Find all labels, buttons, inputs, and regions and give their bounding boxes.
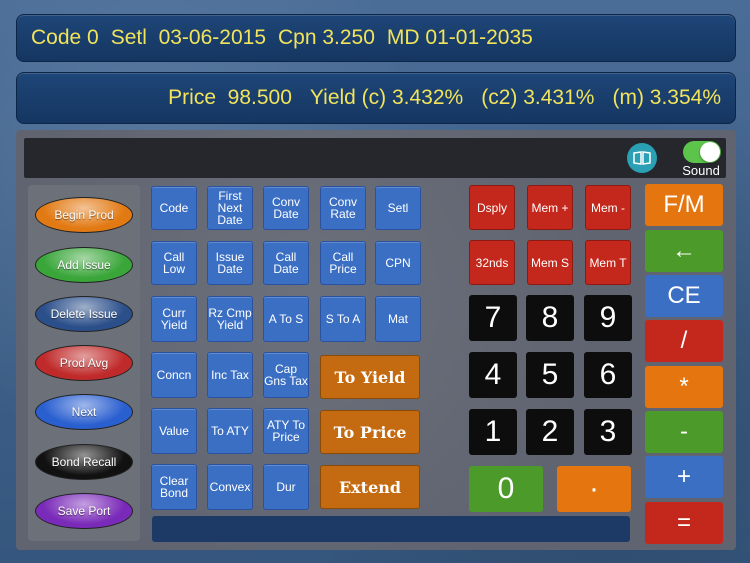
- fm-key[interactable]: F/M: [645, 184, 723, 226]
- begin-prod-button[interactable]: Begin Prod: [35, 197, 133, 233]
- mem-minus-key[interactable]: Mem -: [585, 185, 631, 230]
- sound-label: Sound: [682, 163, 720, 178]
- digit-6-key[interactable]: 6: [584, 352, 632, 398]
- md-readout: MD 01-01-2035: [386, 26, 533, 49]
- to-price-button[interactable]: To Price: [320, 410, 420, 454]
- mem-t-key[interactable]: Mem T: [585, 240, 631, 285]
- to-yield-button[interactable]: To Yield: [320, 355, 420, 399]
- bond-recall-button[interactable]: Bond Recall: [35, 444, 133, 480]
- dsply-key[interactable]: Dsply: [469, 185, 515, 230]
- display-toolbar: [24, 138, 726, 178]
- value-key[interactable]: Value: [151, 408, 197, 454]
- digit-5-key[interactable]: 5: [526, 352, 574, 398]
- yield-c2-readout: (c2) 3.431%: [481, 86, 595, 109]
- book-icon: [633, 151, 651, 165]
- add-key[interactable]: +: [645, 456, 723, 498]
- digit-1-key[interactable]: 1: [469, 409, 517, 455]
- extend-button[interactable]: Extend: [320, 465, 420, 509]
- multiply-key[interactable]: *: [645, 366, 723, 408]
- first-next-date-key[interactable]: First Next Date: [207, 186, 253, 230]
- 32nds-key[interactable]: 32nds: [469, 240, 515, 285]
- bond-summary-bar: Code 0 Setl 03-06-2015 Cpn 3.250 MD 01-0…: [16, 14, 736, 62]
- a-to-s-key[interactable]: A To S: [263, 296, 309, 342]
- backspace-key[interactable]: ←: [645, 230, 723, 272]
- convex-key[interactable]: Convex: [207, 464, 253, 510]
- call-date-key[interactable]: Call Date: [263, 241, 309, 285]
- dur-key[interactable]: Dur: [263, 464, 309, 510]
- digit-0-key[interactable]: 0: [469, 466, 543, 512]
- sound-toggle[interactable]: [683, 141, 721, 163]
- call-price-key[interactable]: Call Price: [320, 241, 366, 285]
- conv-date-key[interactable]: Conv Date: [263, 186, 309, 230]
- issue-date-key[interactable]: Issue Date: [207, 241, 253, 285]
- status-bar: [152, 516, 630, 542]
- digit-8-key[interactable]: 8: [526, 295, 574, 341]
- clear-bond-key[interactable]: Clear Bond: [151, 464, 197, 510]
- rz-cmp-yield-key[interactable]: Rz Cmp Yield: [207, 296, 253, 342]
- code-readout: Code 0: [31, 26, 99, 49]
- delete-issue-button[interactable]: Delete Issue: [35, 296, 133, 332]
- price-yield-bar: Price 98.500 Yield (c) 3.432% (c2) 3.431…: [16, 72, 736, 124]
- yield-m-readout: (m) 3.354%: [612, 86, 721, 109]
- toggle-knob: [700, 142, 720, 162]
- cpn-key[interactable]: CPN: [375, 241, 421, 285]
- call-low-key[interactable]: Call Low: [151, 241, 197, 285]
- setl-readout: Setl 03-06-2015: [110, 26, 266, 49]
- curr-yield-key[interactable]: Curr Yield: [151, 296, 197, 342]
- clear-entry-key[interactable]: CE: [645, 275, 723, 317]
- subtract-key[interactable]: -: [645, 411, 723, 453]
- mem-s-key[interactable]: Mem S: [527, 240, 573, 285]
- divide-key[interactable]: /: [645, 320, 723, 362]
- add-issue-button[interactable]: Add Issue: [35, 247, 133, 283]
- book-icon[interactable]: [627, 143, 657, 173]
- mem-plus-key[interactable]: Mem +: [527, 185, 573, 230]
- price-readout: Price 98.500: [168, 86, 292, 109]
- prod-avg-button[interactable]: Prod Avg: [35, 345, 133, 381]
- decimal-key[interactable]: ·: [557, 466, 631, 512]
- next-button[interactable]: Next: [35, 394, 133, 430]
- digit-2-key[interactable]: 2: [526, 409, 574, 455]
- concn-key[interactable]: Concn: [151, 352, 197, 398]
- to-aty-key[interactable]: To ATY: [207, 408, 253, 454]
- cpn-readout: Cpn 3.250: [278, 26, 375, 49]
- equals-key[interactable]: =: [645, 502, 723, 544]
- mat-key[interactable]: Mat: [375, 296, 421, 342]
- yield-c-readout: Yield (c) 3.432%: [309, 86, 464, 109]
- inc-tax-key[interactable]: Inc Tax: [207, 352, 253, 398]
- code-key[interactable]: Code: [151, 186, 197, 230]
- digit-4-key[interactable]: 4: [469, 352, 517, 398]
- save-port-button[interactable]: Save Port: [35, 493, 133, 529]
- cap-gns-tax-key[interactable]: Cap Gns Tax: [263, 352, 309, 398]
- digit-9-key[interactable]: 9: [584, 295, 632, 341]
- digit-3-key[interactable]: 3: [584, 409, 632, 455]
- s-to-a-key[interactable]: S To A: [320, 296, 366, 342]
- setl-key[interactable]: Setl: [375, 186, 421, 230]
- aty-to-price-key[interactable]: ATY To Price: [263, 408, 309, 454]
- conv-rate-key[interactable]: Conv Rate: [320, 186, 366, 230]
- digit-7-key[interactable]: 7: [469, 295, 517, 341]
